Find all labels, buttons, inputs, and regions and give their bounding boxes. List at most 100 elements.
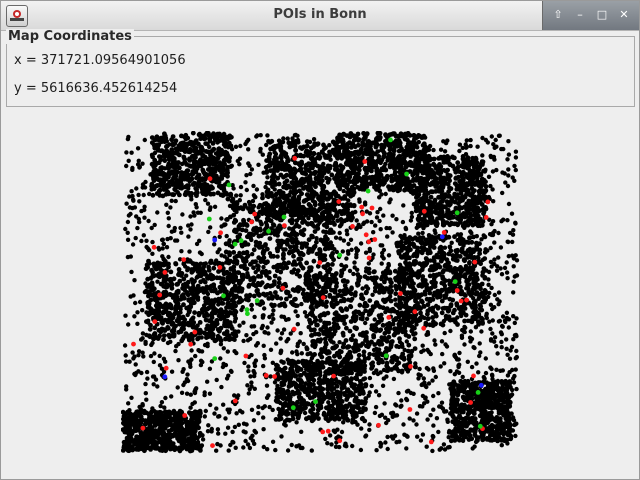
poi-point: [317, 215, 323, 220]
poi-point: [418, 373, 423, 378]
poi-point: [251, 293, 257, 299]
poi-point: [248, 171, 253, 177]
restore-icon[interactable]: –: [571, 7, 589, 23]
poi-point: [179, 230, 184, 235]
poi-point: [224, 233, 229, 239]
poi-point: [173, 348, 178, 354]
poi-point: [323, 264, 329, 269]
poi-point: [318, 253, 323, 258]
poi-point: [333, 310, 339, 316]
poi-point: [480, 135, 485, 141]
poi-point: [212, 242, 217, 247]
title-bar[interactable]: POIs in Bonn ⇧ – □ ✕: [1, 1, 639, 31]
poi-point: [505, 352, 510, 357]
poi-point: [308, 195, 314, 201]
poi-point: [354, 133, 359, 139]
poi-point: [513, 367, 518, 372]
poi-point: [382, 401, 387, 406]
poi-point: [310, 208, 316, 214]
poi-point: [376, 338, 382, 344]
poi-point: [285, 242, 290, 247]
poi-point: [192, 180, 197, 186]
poi-point: [234, 253, 240, 259]
poi-point: [260, 195, 265, 201]
poi-point: [197, 183, 202, 189]
poi-point: [199, 349, 205, 354]
minimize-icon[interactable]: ⇧: [549, 7, 567, 23]
poi-point: [190, 130, 196, 136]
poi-point: [158, 154, 164, 160]
poi-point: [500, 314, 506, 319]
poi-point: [403, 225, 408, 231]
poi-point: [295, 352, 300, 357]
poi-point: [326, 355, 332, 361]
poi-point: [272, 145, 278, 151]
poi-point: [506, 139, 511, 144]
poi-point: [245, 253, 251, 259]
poi-point: [172, 150, 178, 156]
poi-point: [506, 167, 511, 172]
poi-point: [383, 440, 388, 445]
poi-point: [391, 332, 397, 338]
poi-point: [513, 155, 519, 160]
poi-point: [266, 217, 272, 223]
poi-point: [157, 353, 162, 359]
poi-point: [342, 218, 347, 224]
poi-point: [271, 308, 276, 313]
poi-point: [384, 225, 389, 231]
poi-point: [256, 162, 261, 167]
poi-point: [360, 143, 366, 148]
poi-point: [337, 340, 342, 345]
poi-point: [137, 165, 142, 170]
poi-point: [255, 263, 260, 268]
poi-point: [369, 307, 375, 313]
poi-point: [314, 236, 319, 241]
poi-point: [283, 151, 289, 157]
poi-point: [194, 205, 199, 210]
poi-point: [214, 377, 219, 383]
poi-point: [219, 216, 224, 221]
poi-map-canvas[interactable]: [120, 130, 521, 455]
poi-point: [133, 235, 138, 241]
poi-point: [306, 248, 312, 254]
poi-point: [307, 176, 313, 181]
poi-point: [252, 194, 258, 200]
poi-point: [356, 343, 362, 348]
poi-point: [304, 139, 310, 144]
maximize-icon[interactable]: □: [593, 7, 611, 23]
poi-point: [393, 297, 398, 302]
poi-point: [400, 178, 405, 184]
poi-point: [504, 310, 510, 315]
poi-point: [241, 258, 246, 264]
poi-point: [511, 228, 516, 233]
poi-point: [166, 254, 171, 260]
poi-point: [315, 322, 320, 328]
poi-point: [367, 422, 372, 427]
close-icon[interactable]: ✕: [615, 7, 633, 23]
poi-point: [323, 341, 329, 347]
poi-point: [273, 294, 279, 299]
poi-point: [265, 175, 270, 180]
poi-point: [317, 154, 323, 160]
poi-point: [364, 151, 370, 157]
poi-point: [154, 176, 160, 182]
poi-point: [140, 403, 145, 408]
poi-point: [151, 374, 157, 379]
poi-point: [297, 206, 303, 212]
poi-point: [331, 197, 337, 203]
poi-point: [183, 192, 188, 198]
poi-point: [412, 346, 418, 351]
poi-map-svg[interactable]: [120, 130, 521, 455]
poi-point: [457, 362, 462, 367]
poi-point: [469, 364, 475, 370]
poi-point: [141, 354, 146, 359]
poi-point: [424, 332, 429, 337]
poi-point: [234, 350, 239, 356]
poi-point: [237, 323, 242, 328]
poi-point: [488, 326, 493, 332]
poi-point: [174, 344, 179, 349]
poi-point: [328, 433, 333, 438]
poi-point: [200, 133, 205, 139]
poi-point: [202, 414, 207, 419]
poi-point: [509, 344, 515, 350]
